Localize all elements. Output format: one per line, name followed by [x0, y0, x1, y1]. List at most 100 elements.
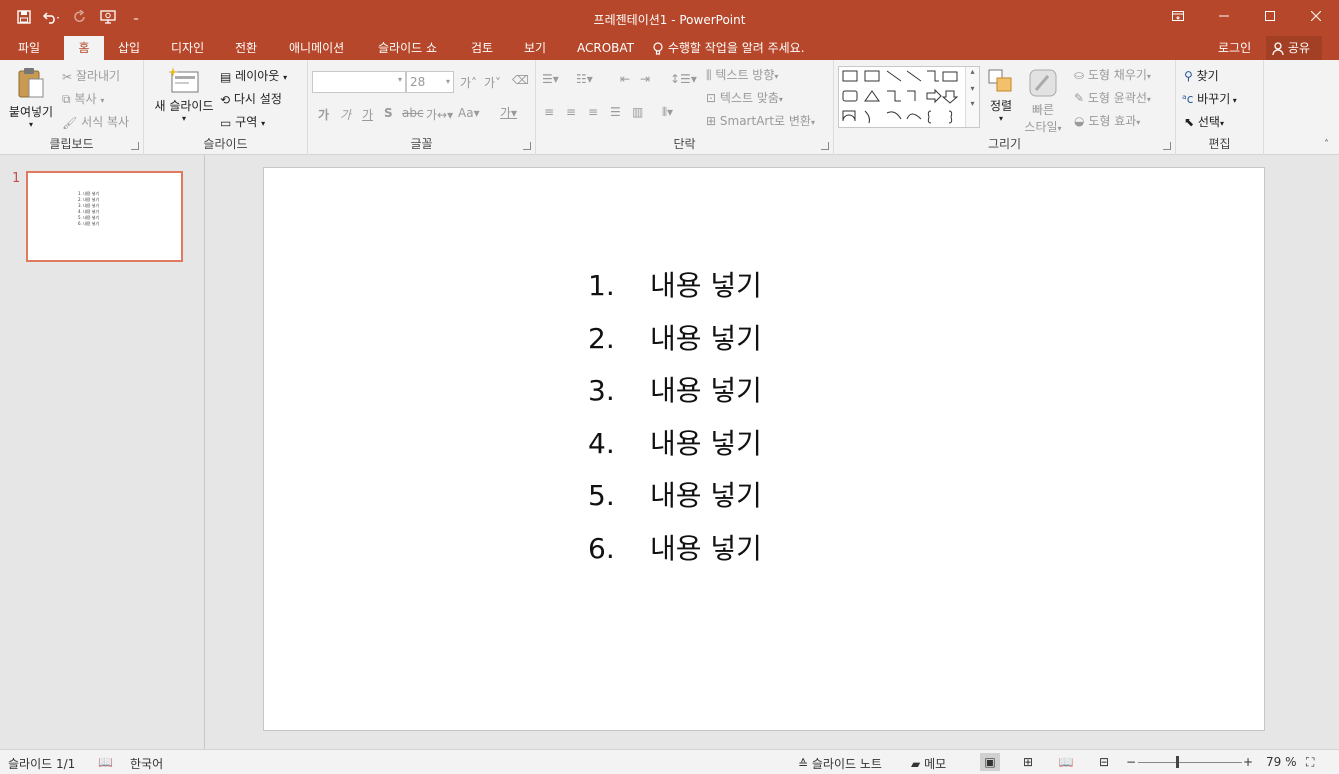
tab-acrobat[interactable]: ACROBAT	[569, 36, 642, 60]
normal-view-button[interactable]: ▣	[980, 753, 1000, 771]
list-item[interactable]: 3. 내용 넣기	[588, 371, 762, 411]
shapes-gallery-scroll[interactable]: ▴ ▾ ▾	[965, 67, 979, 127]
increase-indent-button[interactable]: ⇥	[640, 72, 650, 86]
tab-file[interactable]: 파일	[10, 36, 48, 60]
numbering-button[interactable]: ☷▾	[576, 72, 593, 86]
maximize-icon	[1265, 11, 1275, 21]
shadow-button[interactable]: S	[384, 106, 393, 120]
replace-button[interactable]: ᵃc 바꾸기 ▾	[1182, 90, 1237, 107]
cut-button[interactable]: ✂ 잘라내기	[62, 67, 120, 84]
ribbon-display-options-button[interactable]	[1155, 0, 1201, 32]
new-slide-button[interactable]: 새 슬라이드 ▾	[148, 66, 220, 123]
slide-canvas[interactable]: 1. 내용 넣기 2. 내용 넣기 3. 내용 넣기 4. 내용 넣기 5. 내용 넣기 …	[263, 167, 1265, 731]
quick-styles-icon	[1029, 69, 1057, 97]
char-spacing-button[interactable]: 가↔▾	[426, 106, 453, 123]
minimize-button[interactable]	[1201, 0, 1247, 32]
shrink-font-button[interactable]: 가˅	[484, 74, 501, 91]
drawing-dialog-launcher[interactable]	[1163, 142, 1171, 150]
underline-button[interactable]: 가	[362, 106, 373, 123]
section-button[interactable]: ▭ 구역 ▾	[220, 113, 265, 130]
tab-design[interactable]: 디자인	[163, 36, 212, 60]
smartart-button[interactable]: ⊞ SmartArt로 변환▾	[706, 112, 815, 129]
tab-insert[interactable]: 삽입	[110, 36, 148, 60]
slide-sorter-button[interactable]: ⊞	[1018, 753, 1038, 771]
zoom-out-button[interactable]: −	[1126, 755, 1136, 769]
maximize-button[interactable]	[1247, 0, 1293, 32]
reading-view-button[interactable]: 📖	[1056, 753, 1076, 771]
paragraph-dialog-launcher[interactable]	[821, 142, 829, 150]
bullets-button[interactable]: ☰▾	[542, 72, 559, 86]
distributed-button[interactable]: ▥	[632, 105, 643, 119]
fit-to-window-button[interactable]: ⛶	[1306, 755, 1314, 770]
collapse-ribbon-button[interactable]: ˄	[1324, 139, 1329, 150]
vertical-scrollbar[interactable]	[1325, 155, 1339, 749]
line-spacing-button[interactable]: ↕☰▾	[670, 72, 697, 86]
arrange-label: 정렬	[989, 99, 1013, 113]
comments-button[interactable]: ▰ 메모	[911, 755, 946, 772]
tab-transitions[interactable]: 전환	[227, 36, 265, 60]
zoom-level[interactable]: 79 %	[1266, 755, 1297, 769]
bold-button[interactable]: 가	[318, 106, 329, 123]
slideshow-view-button[interactable]: ⊟	[1094, 753, 1114, 771]
decrease-indent-button[interactable]: ⇤	[620, 72, 630, 86]
paste-button[interactable]: 붙여넣기 ▾	[6, 66, 56, 129]
tab-review[interactable]: 검토	[463, 36, 501, 60]
tell-me-box[interactable]: 수행할 작업을 알려 주세요.	[652, 36, 805, 60]
clipboard-dialog-launcher[interactable]	[131, 142, 139, 150]
font-size-box[interactable]: 28 ▾	[406, 71, 454, 93]
font-name-box[interactable]: ▾	[312, 71, 406, 93]
layout-icon: ▤	[220, 69, 232, 84]
font-dialog-launcher[interactable]	[523, 142, 531, 150]
notes-button[interactable]: ≙ 슬라이드 노트	[798, 755, 882, 772]
zoom-slider-track[interactable]	[1138, 762, 1242, 763]
align-left-button[interactable]: ≡	[544, 105, 554, 119]
list-item[interactable]: 5. 내용 넣기	[588, 476, 762, 516]
shape-outline-button[interactable]: ✎ 도형 윤곽선▾	[1074, 89, 1151, 106]
font-size-dropdown-icon: ▾	[445, 77, 450, 86]
reading-view-icon: 📖	[1058, 755, 1074, 769]
close-button[interactable]	[1293, 0, 1339, 32]
slide-thumbnail[interactable]: 1. 내용 넣기 2. 내용 넣기 3. 내용 넣기 4. 내용 넣기 5. 내…	[26, 171, 183, 262]
shape-fill-button[interactable]: ⛀ 도형 채우기▾	[1074, 66, 1151, 83]
change-case-button[interactable]: Aa▾	[458, 106, 480, 120]
tab-view[interactable]: 보기	[516, 36, 554, 60]
layout-button[interactable]: ▤ 레이아웃 ▾	[220, 67, 287, 84]
reset-button[interactable]: ⟲ 다시 설정	[220, 90, 282, 107]
zoom-slider-thumb[interactable]	[1176, 756, 1179, 768]
share-button[interactable]: 공유	[1266, 36, 1322, 60]
columns-button[interactable]: ⫴▾	[662, 105, 673, 120]
font-color-button[interactable]: 가▾	[500, 104, 517, 121]
zoom-in-button[interactable]: +	[1243, 755, 1253, 769]
cut-label: 잘라내기	[75, 69, 121, 83]
clear-formatting-button[interactable]: ⌫	[512, 73, 529, 87]
text-direction-button[interactable]: ⫼ 텍스트 방향▾	[706, 66, 778, 83]
find-button[interactable]: ⚲ 찾기	[1184, 67, 1219, 84]
justify-button[interactable]: ☰	[610, 105, 621, 119]
align-text-button[interactable]: ⊡ 텍스트 맞춤▾	[706, 89, 783, 106]
tab-animations[interactable]: 애니메이션	[281, 36, 352, 60]
italic-button[interactable]: 가	[340, 106, 351, 123]
align-right-button[interactable]: ≡	[588, 105, 598, 119]
format-painter-button[interactable]: 🖌 서식 복사	[62, 113, 129, 130]
shapes-gallery[interactable]: ▴ ▾ ▾	[838, 66, 980, 128]
tab-slideshow[interactable]: 슬라이드 쇼	[370, 36, 445, 60]
spelling-status-button[interactable]: 📖	[98, 755, 113, 769]
select-button[interactable]: ⬉ 선택▾	[1184, 113, 1224, 130]
copy-button[interactable]: ⧉ 복사 ▾	[62, 90, 104, 107]
language-button[interactable]: 한국어	[130, 755, 163, 772]
grow-font-button[interactable]: 가˄	[460, 74, 477, 91]
tab-home[interactable]: 홈	[64, 36, 104, 60]
quick-styles-label-2: 스타일	[1024, 120, 1058, 134]
shape-effects-button[interactable]: ◒ 도형 효과▾	[1074, 112, 1140, 129]
quick-styles-button[interactable]: 빠른 스타일▾	[1022, 68, 1064, 135]
tell-me-text: 수행할 작업을 알려 주세요.	[667, 41, 805, 55]
signin-link[interactable]: 로그인	[1218, 36, 1251, 60]
strikethrough-button[interactable]: abc	[402, 106, 424, 120]
magnifier-icon: ⚲	[1184, 69, 1193, 83]
arrange-button[interactable]: 정렬 ▾	[984, 68, 1018, 123]
list-item[interactable]: 4. 내용 넣기	[588, 424, 762, 464]
list-item[interactable]: 6. 내용 넣기	[588, 529, 762, 569]
list-item[interactable]: 2. 내용 넣기	[588, 319, 762, 359]
list-item[interactable]: 1. 내용 넣기	[588, 266, 762, 306]
align-center-button[interactable]: ≡	[566, 105, 576, 119]
